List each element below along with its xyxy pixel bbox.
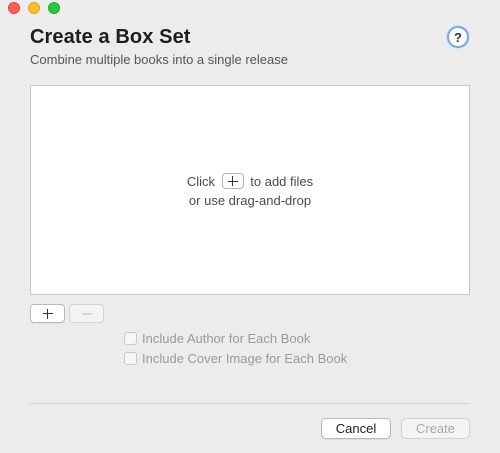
plus-icon xyxy=(42,308,53,319)
inline-plus-icon xyxy=(221,173,244,189)
drop-hint-suffix: to add files xyxy=(250,174,314,189)
include-cover-checkbox[interactable] xyxy=(124,352,137,365)
window-controls xyxy=(8,2,60,14)
footer-divider xyxy=(30,403,470,404)
include-cover-option[interactable]: Include Cover Image for Each Book xyxy=(124,351,347,366)
remove-file-button[interactable] xyxy=(69,304,104,323)
zoom-icon[interactable] xyxy=(48,2,60,14)
cancel-button[interactable]: Cancel xyxy=(321,418,391,439)
dialog-title: Create a Box Set xyxy=(30,26,191,48)
dialog-subtitle: Combine multiple books into a single rel… xyxy=(30,52,288,67)
help-button[interactable]: ? xyxy=(447,26,469,48)
drop-hint: Click to add files or use drag-and-drop xyxy=(31,172,469,210)
help-icon: ? xyxy=(454,29,462,45)
create-box-set-dialog: Create a Box Set Combine multiple books … xyxy=(0,0,500,453)
minimize-icon[interactable] xyxy=(28,2,40,14)
drop-hint-prefix: Click xyxy=(186,174,216,189)
include-author-label: Include Author for Each Book xyxy=(142,331,311,346)
close-icon[interactable] xyxy=(8,2,20,14)
file-drop-zone[interactable]: Click to add files or use drag-and-drop xyxy=(30,85,470,295)
drop-hint-line2: or use drag-and-drop xyxy=(188,193,312,208)
include-author-option[interactable]: Include Author for Each Book xyxy=(124,331,310,346)
include-cover-label: Include Cover Image for Each Book xyxy=(142,351,348,366)
add-file-button[interactable] xyxy=(30,304,65,323)
include-author-checkbox[interactable] xyxy=(124,332,137,345)
minus-icon xyxy=(81,313,92,314)
drop-hint-line1: Click to add files xyxy=(31,172,469,191)
create-button[interactable]: Create xyxy=(401,418,470,439)
